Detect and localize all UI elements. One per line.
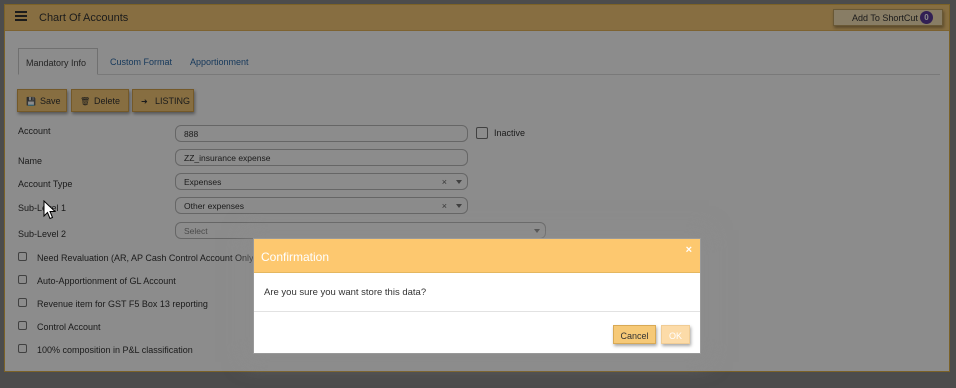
cancel-button[interactable]: Cancel — [613, 325, 656, 344]
dialog-divider — [254, 311, 700, 312]
dialog-header: Confirmation × — [254, 239, 700, 273]
ok-button[interactable]: OK — [661, 325, 690, 344]
mouse-cursor-icon — [43, 200, 56, 220]
confirmation-dialog: Confirmation × Are you sure you want sto… — [253, 238, 701, 354]
dialog-message: Are you sure you want store this data? — [264, 287, 427, 298]
close-icon[interactable]: × — [686, 244, 692, 256]
dialog-title: Confirmation — [261, 250, 330, 264]
